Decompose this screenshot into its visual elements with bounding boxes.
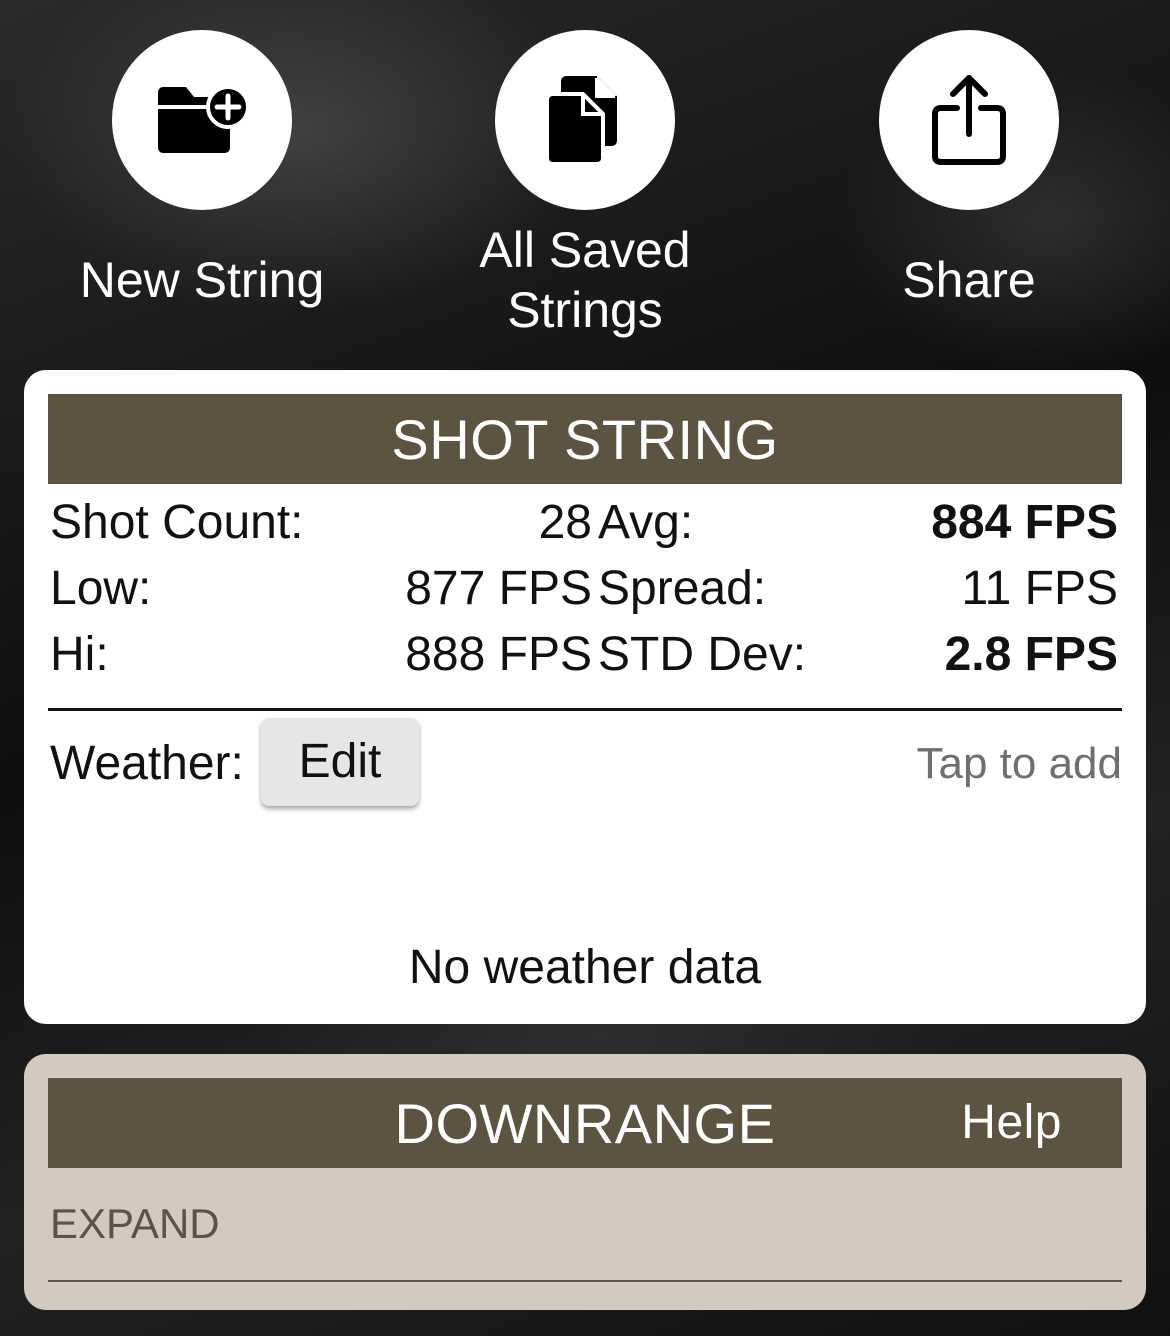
avg-label: Avg: bbox=[598, 496, 694, 549]
documents-copy-icon bbox=[545, 76, 617, 166]
all-saved-label-line2: Strings bbox=[507, 282, 663, 338]
shot-count-label: Shot Count: bbox=[50, 496, 304, 549]
tap-to-add-link[interactable]: Tap to add bbox=[917, 734, 1123, 794]
all-saved-strings-label[interactable]: All Saved Strings bbox=[405, 220, 765, 340]
action-toolbar: New String All Saved Strings Share bbox=[0, 0, 1170, 360]
shot-string-title: SHOT STRING bbox=[391, 407, 779, 471]
no-weather-text: No weather data bbox=[408, 941, 762, 994]
spread-label: Spread: bbox=[598, 562, 767, 615]
share-action[interactable]: Share bbox=[789, 30, 1149, 310]
stats-row: Hi: 888 FPS STD Dev: 2.8 FPS bbox=[48, 622, 1122, 688]
downrange-title: DOWNRANGE bbox=[394, 1091, 776, 1155]
new-string-label[interactable]: New String bbox=[22, 250, 382, 310]
expand-button[interactable]: EXPAND bbox=[50, 1200, 220, 1248]
hi-value: 888 FPS bbox=[405, 628, 592, 681]
shot-string-header: SHOT STRING bbox=[48, 394, 1122, 484]
new-string-action[interactable]: New String bbox=[22, 30, 382, 310]
std-dev-value: 2.8 FPS bbox=[944, 628, 1118, 681]
all-saved-label-line1: All Saved bbox=[479, 222, 691, 278]
std-dev-label: STD Dev: bbox=[598, 628, 807, 681]
downrange-header: DOWNRANGE Help bbox=[48, 1078, 1122, 1168]
share-icon bbox=[932, 75, 1006, 165]
downrange-card: DOWNRANGE Help EXPAND bbox=[24, 1054, 1146, 1310]
divider bbox=[48, 1280, 1122, 1282]
divider bbox=[48, 708, 1122, 711]
all-saved-strings-action[interactable]: All Saved Strings bbox=[405, 30, 765, 340]
new-string-button[interactable] bbox=[112, 30, 292, 210]
avg-value: 884 FPS bbox=[931, 496, 1118, 549]
help-button[interactable]: Help bbox=[961, 1078, 1062, 1168]
share-button[interactable] bbox=[879, 30, 1059, 210]
stats-row: Low: 877 FPS Spread: 11 FPS bbox=[48, 556, 1122, 622]
spread-value: 11 FPS bbox=[961, 562, 1118, 615]
stats-row: Shot Count: 28 Avg: 884 FPS bbox=[48, 490, 1122, 556]
share-label[interactable]: Share bbox=[789, 250, 1149, 310]
all-saved-strings-button[interactable] bbox=[495, 30, 675, 210]
shot-count-value: 28 bbox=[538, 496, 592, 549]
low-value: 877 FPS bbox=[405, 562, 592, 615]
hi-label: Hi: bbox=[50, 628, 109, 681]
stats-table: Shot Count: 28 Avg: 884 FPS Low: 877 FPS… bbox=[48, 490, 1122, 688]
weather-edit-button[interactable]: Edit bbox=[261, 718, 419, 806]
folder-add-icon bbox=[158, 85, 250, 153]
low-label: Low: bbox=[50, 562, 152, 615]
weather-label: Weather: bbox=[50, 737, 244, 790]
shot-string-card: SHOT STRING Shot Count: 28 Avg: 884 FPS … bbox=[24, 370, 1146, 1024]
